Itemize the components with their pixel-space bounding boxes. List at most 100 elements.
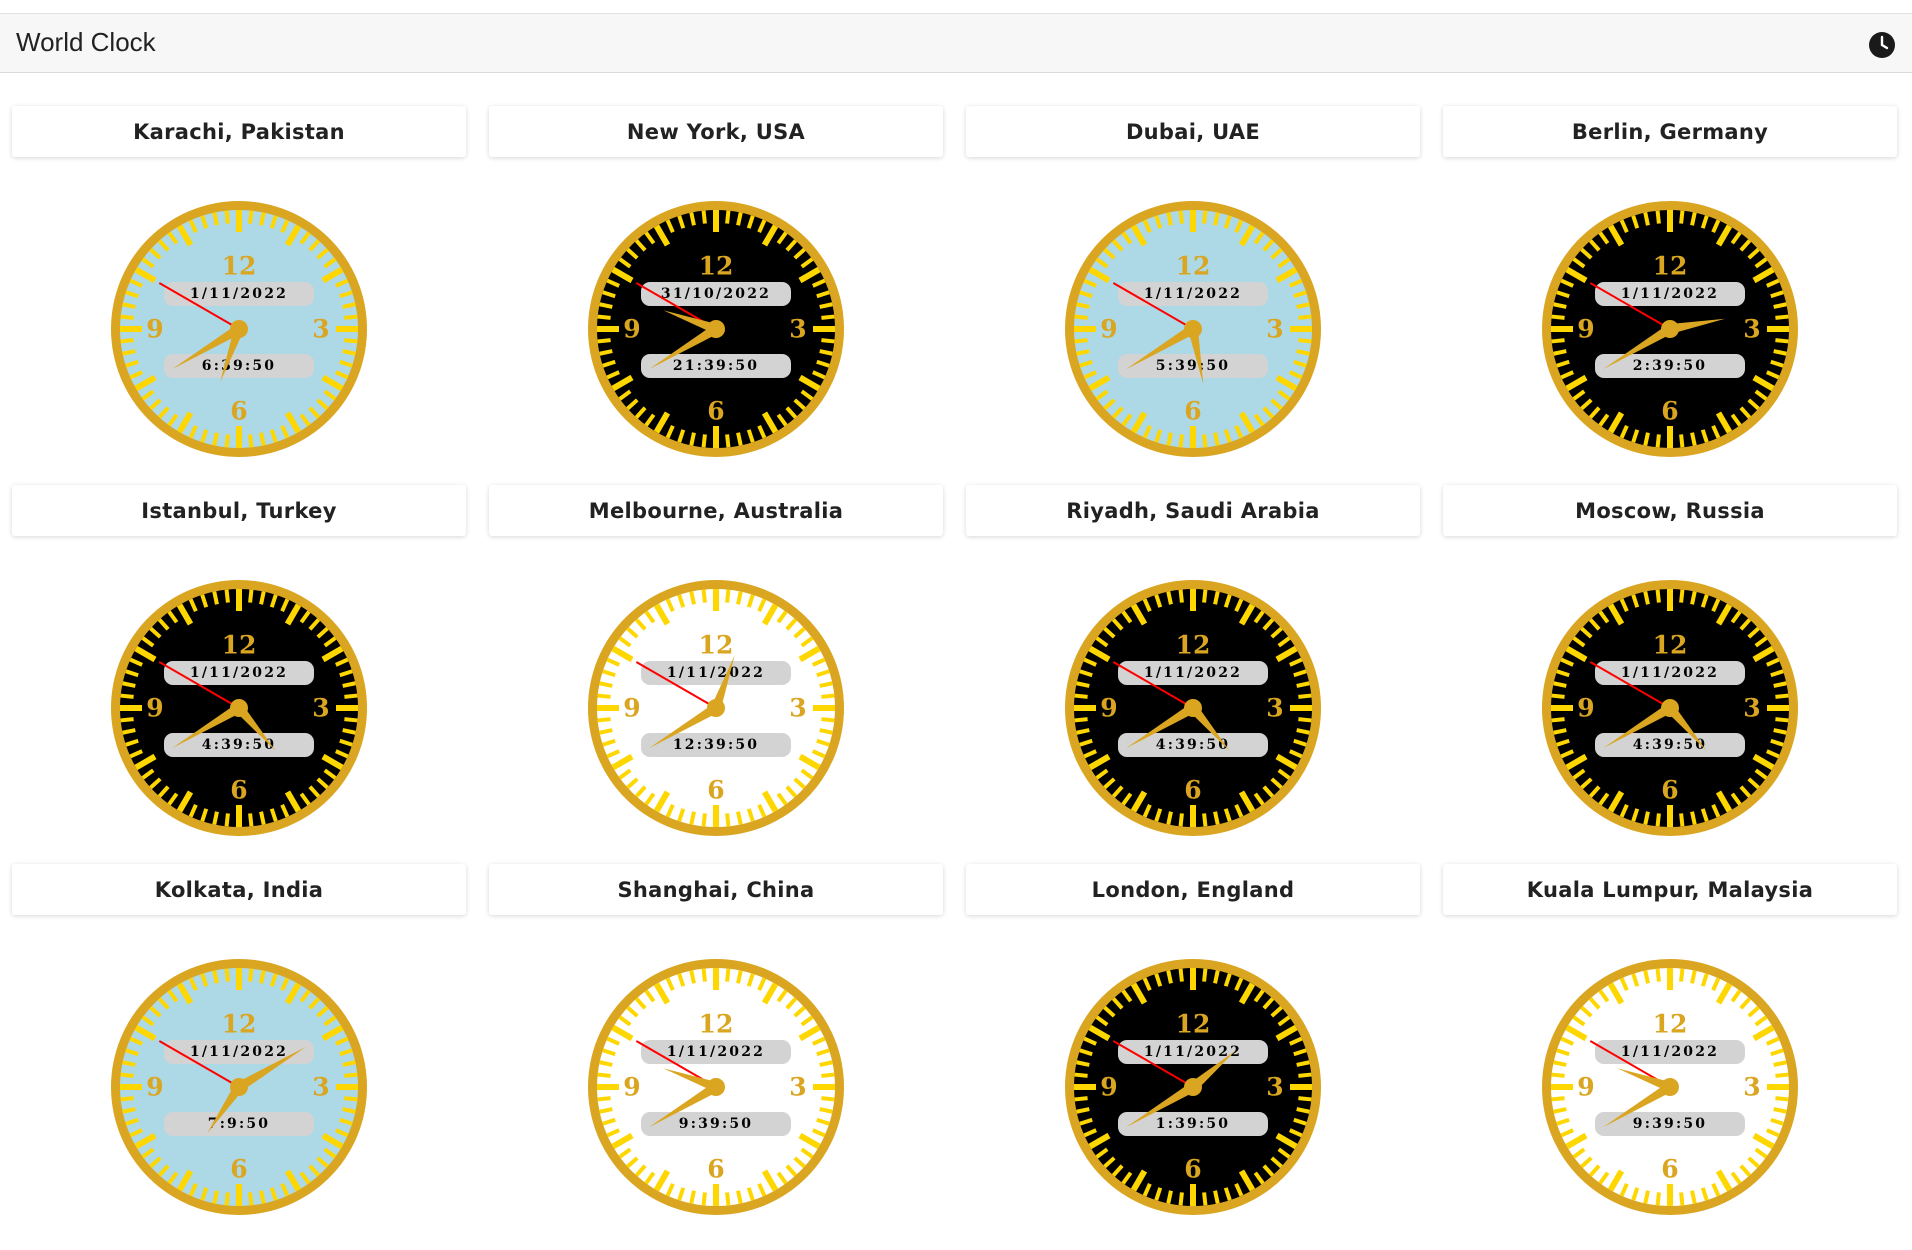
tick-mark [1296,728,1310,735]
tick-mark [725,210,731,224]
tick-mark [1679,589,1685,603]
tick-mark [1655,589,1661,603]
tick-mark [821,1072,835,1078]
tick-mark [1213,591,1220,605]
tick-mark [1296,1107,1310,1114]
numeral-3: 3 [1743,694,1760,723]
tick-mark [1690,591,1697,605]
tick-mark [120,693,134,699]
numeral-12: 12 [1653,252,1688,281]
tick-mark [1773,302,1787,309]
tick-mark [122,349,136,356]
tick-mark [1643,811,1650,825]
city-label: Berlin, Germany [1443,106,1897,157]
tick-mark [344,338,358,344]
numeral-9: 9 [146,315,163,344]
numeral-6: 6 [1184,776,1201,805]
numeral-6: 6 [707,1155,724,1184]
tick-mark [821,338,835,344]
time-text: 6:39:50 [202,358,276,374]
tick-mark [597,338,611,344]
tick-mark [1551,314,1565,320]
tick-mark [1298,717,1312,723]
tick-mark [736,212,743,226]
tick-mark [122,302,136,309]
tick-mark [248,813,254,827]
tick-mark [725,813,731,827]
tick-mark [224,589,230,603]
numeral-6: 6 [230,397,247,426]
tick-mark [212,432,219,446]
date-text: 1/11/2022 [1621,1044,1719,1060]
tick-mark [689,212,696,226]
tick-mark [120,717,134,723]
tick-mark [342,1060,356,1067]
time-text: 5:39:50 [1156,358,1230,374]
tick-mark [344,693,358,699]
tick-mark [1074,1096,1088,1102]
tick-mark [1178,813,1184,827]
center-cap [1661,320,1679,338]
tick-mark [344,1072,358,1078]
tick-mark [1296,302,1310,309]
clock-card: Moscow, Russia 12 3 6 9 1/11/2022 4:39:50 [1431,485,1908,863]
tick-mark [1076,681,1090,688]
tick-mark [224,1192,230,1206]
clock-card: Karachi, Pakistan 12 3 6 9 1/11/2022 6:39:50 [0,106,477,484]
numeral-12: 12 [699,631,734,660]
tick-mark [1178,589,1184,603]
tick-mark [821,314,835,320]
tick-mark [1074,717,1088,723]
tick-mark [1166,432,1173,446]
numeral-9: 9 [1577,694,1594,723]
tick-mark [1202,434,1208,448]
tick-mark [1690,212,1697,226]
tick-mark [1076,302,1090,309]
numeral-3: 3 [1743,1073,1760,1102]
numeral-9: 9 [1100,1073,1117,1102]
center-cap [707,699,725,717]
tick-mark [821,693,835,699]
clock-card: London, England 12 3 6 9 1/11/2022 1:39:50 [954,864,1431,1242]
tick-mark [1553,1107,1567,1114]
tick-mark [1166,212,1173,226]
time-text: 12:39:50 [673,737,759,753]
tick-mark [1553,681,1567,688]
tick-mark [689,970,696,984]
tick-mark [259,1190,266,1204]
tick-mark [1178,210,1184,224]
tick-mark [1553,302,1567,309]
tick-mark [259,591,266,605]
center-cap [1661,699,1679,717]
tick-mark [1298,1096,1312,1102]
tick-mark [736,432,743,446]
numeral-3: 3 [312,1073,329,1102]
center-cap [707,320,725,338]
tick-mark [1773,1107,1787,1114]
tick-mark [1166,970,1173,984]
city-label: Shanghai, China [489,864,943,915]
tick-mark [1202,968,1208,982]
tick-mark [1298,1072,1312,1078]
tick-mark [1298,314,1312,320]
tick-mark [1298,338,1312,344]
analog-clock: 123691/11/20224:39:50 [1542,580,1798,836]
tick-mark [1213,1190,1220,1204]
tick-mark [1655,210,1661,224]
numeral-12: 12 [699,1010,734,1039]
tick-mark [701,968,707,982]
city-label: Melbourne, Australia [489,485,943,536]
tick-mark [342,1107,356,1114]
date-text: 1/11/2022 [1621,286,1719,302]
tick-mark [701,813,707,827]
tick-mark [736,591,743,605]
tick-mark [689,811,696,825]
tick-mark [344,1096,358,1102]
tick-mark [224,434,230,448]
numeral-12: 12 [1176,252,1211,281]
clock-card: Riyadh, Saudi Arabia 12 3 6 9 1/11/2022 4:39:5… [954,485,1431,863]
numeral-3: 3 [312,694,329,723]
city-label: London, England [966,864,1420,915]
tick-mark [1178,434,1184,448]
numeral-3: 3 [789,315,806,344]
